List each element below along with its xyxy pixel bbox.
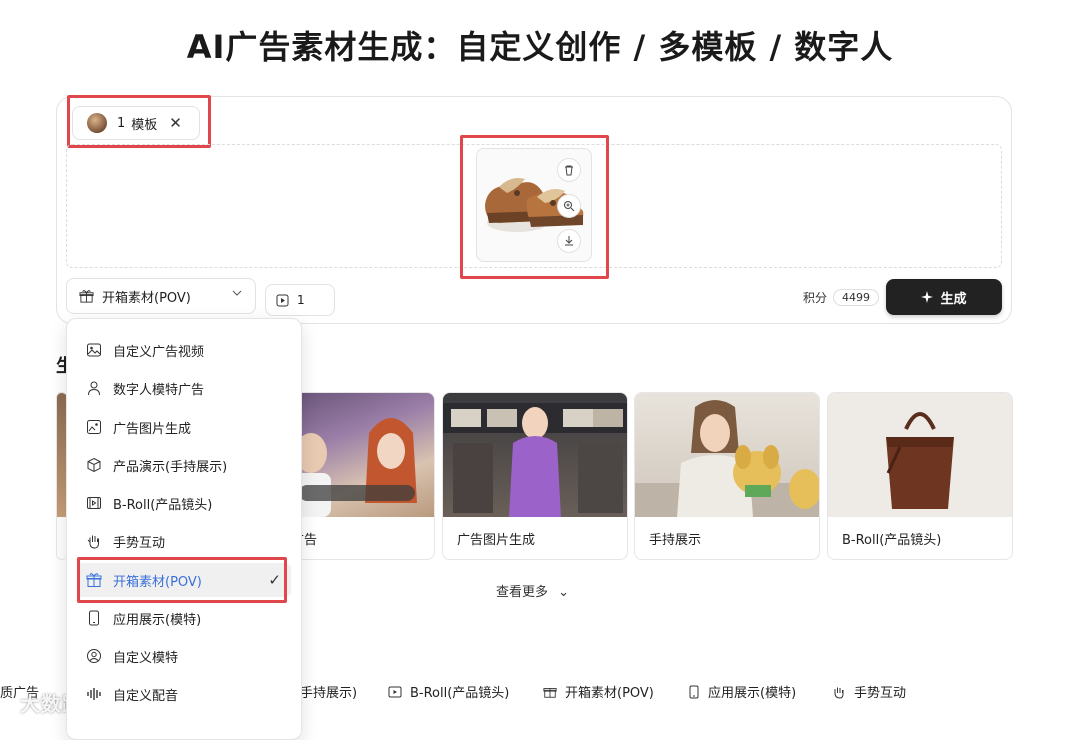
image-icon [85, 341, 103, 359]
picture-icon [85, 418, 103, 436]
phone-icon [688, 685, 700, 699]
tab-label: 手势互动 [854, 686, 907, 701]
menu-item-label: 数字人模特广告 [113, 382, 205, 398]
menu-item-label: 自定义广告视频 [113, 344, 205, 360]
phone-icon [85, 609, 103, 627]
menu-item-label: B-Roll(产品镜头) [113, 497, 213, 513]
tab-item[interactable]: 手势互动 [832, 682, 906, 701]
menu-item-gesture[interactable]: 手势互动 [77, 524, 291, 558]
credits-label: 积分 [803, 291, 828, 305]
tab-label: 开箱素材(POV) [565, 686, 654, 701]
menu-item-label: 自定义配音 [113, 688, 179, 704]
template-card[interactable]: 手持展示 [634, 392, 820, 560]
count-value: 1 [297, 293, 305, 307]
see-more-label: 查看更多 [496, 585, 549, 600]
page-title: AI广告素材生成：自定义创作 / 多模板 / 数字人 [186, 28, 894, 66]
menu-item-broll[interactable]: B-Roll(产品镜头) [77, 486, 291, 520]
credits: 积分 4499 [803, 289, 880, 306]
menu-item-label: 手势互动 [113, 535, 166, 551]
highlight-box-product [460, 135, 609, 279]
menu-item-app-showcase[interactable]: 应用展示(模特) [77, 601, 291, 635]
hand-icon [85, 532, 103, 550]
menu-item-label: 应用展示(模特) [113, 612, 202, 628]
template-card[interactable]: B-Roll(产品镜头) [827, 392, 1013, 560]
template-type-menu: 自定义广告视频 数字人模特广告 广告图片生成 产品演示(手持展示) B-Roll… [66, 318, 302, 740]
menu-item-product-demo[interactable]: 产品演示(手持展示) [77, 448, 291, 482]
gift-icon [543, 685, 557, 699]
tab-item[interactable]: B-Roll(产品镜头) [388, 682, 509, 701]
waveform-icon [85, 685, 103, 703]
template-type-select[interactable]: 开箱素材(POV) [66, 278, 256, 314]
play-icon [276, 294, 289, 307]
template-card[interactable]: 广告图片生成 [442, 392, 628, 560]
broll-icon [388, 685, 402, 699]
broll-icon [85, 494, 103, 512]
see-more-link[interactable]: 查看更多 ⌄ [496, 581, 569, 600]
tab-label: 应用展示(模特) [708, 686, 797, 701]
card-label: B-Roll(产品镜头) [842, 532, 942, 548]
menu-item-custom-voice[interactable]: 自定义配音 [77, 677, 291, 711]
tab-item[interactable]: 应用展示(模特) [688, 682, 796, 701]
chevron-down-icon: ⌄ [558, 585, 570, 600]
menu-item-label: 产品演示(手持展示) [113, 459, 228, 475]
card-label: 手持展示 [649, 532, 702, 548]
tab-item[interactable]: 开箱素材(POV) [543, 682, 654, 701]
generate-label: 生成 [940, 291, 967, 307]
card-image [443, 393, 627, 517]
sparkle-icon [921, 290, 934, 304]
gift-icon [79, 289, 94, 304]
menu-item-label: 广告图片生成 [113, 421, 192, 437]
tab-label: 手持展示) [300, 686, 358, 701]
card-image [828, 393, 1012, 517]
person-icon [85, 379, 103, 397]
highlight-box-selected [77, 557, 287, 603]
card-label: 广告图片生成 [457, 532, 536, 548]
user-circle-icon [85, 647, 103, 665]
card-image [635, 393, 819, 517]
menu-item-custom-model[interactable]: 自定义模特 [77, 639, 291, 673]
menu-item-ad-image[interactable]: 广告图片生成 [77, 410, 291, 444]
menu-item-digital-human-ad[interactable]: 数字人模特广告 [77, 371, 291, 405]
select-value: 开箱素材(POV) [102, 290, 191, 306]
box-icon [85, 456, 103, 474]
highlight-box-template [67, 95, 211, 148]
count-selector[interactable]: 1 [265, 284, 335, 316]
menu-item-custom-ad-video[interactable]: 自定义广告视频 [77, 333, 291, 367]
credits-value: 4499 [833, 289, 880, 306]
generate-button[interactable]: 生成 [886, 279, 1002, 315]
hand-icon [832, 685, 846, 699]
tab-label: B-Roll(产品镜头) [410, 686, 510, 701]
tab-item[interactable]: 手持展示) [300, 682, 357, 701]
chevron-down-icon [231, 287, 243, 299]
menu-item-label: 自定义模特 [113, 650, 179, 666]
